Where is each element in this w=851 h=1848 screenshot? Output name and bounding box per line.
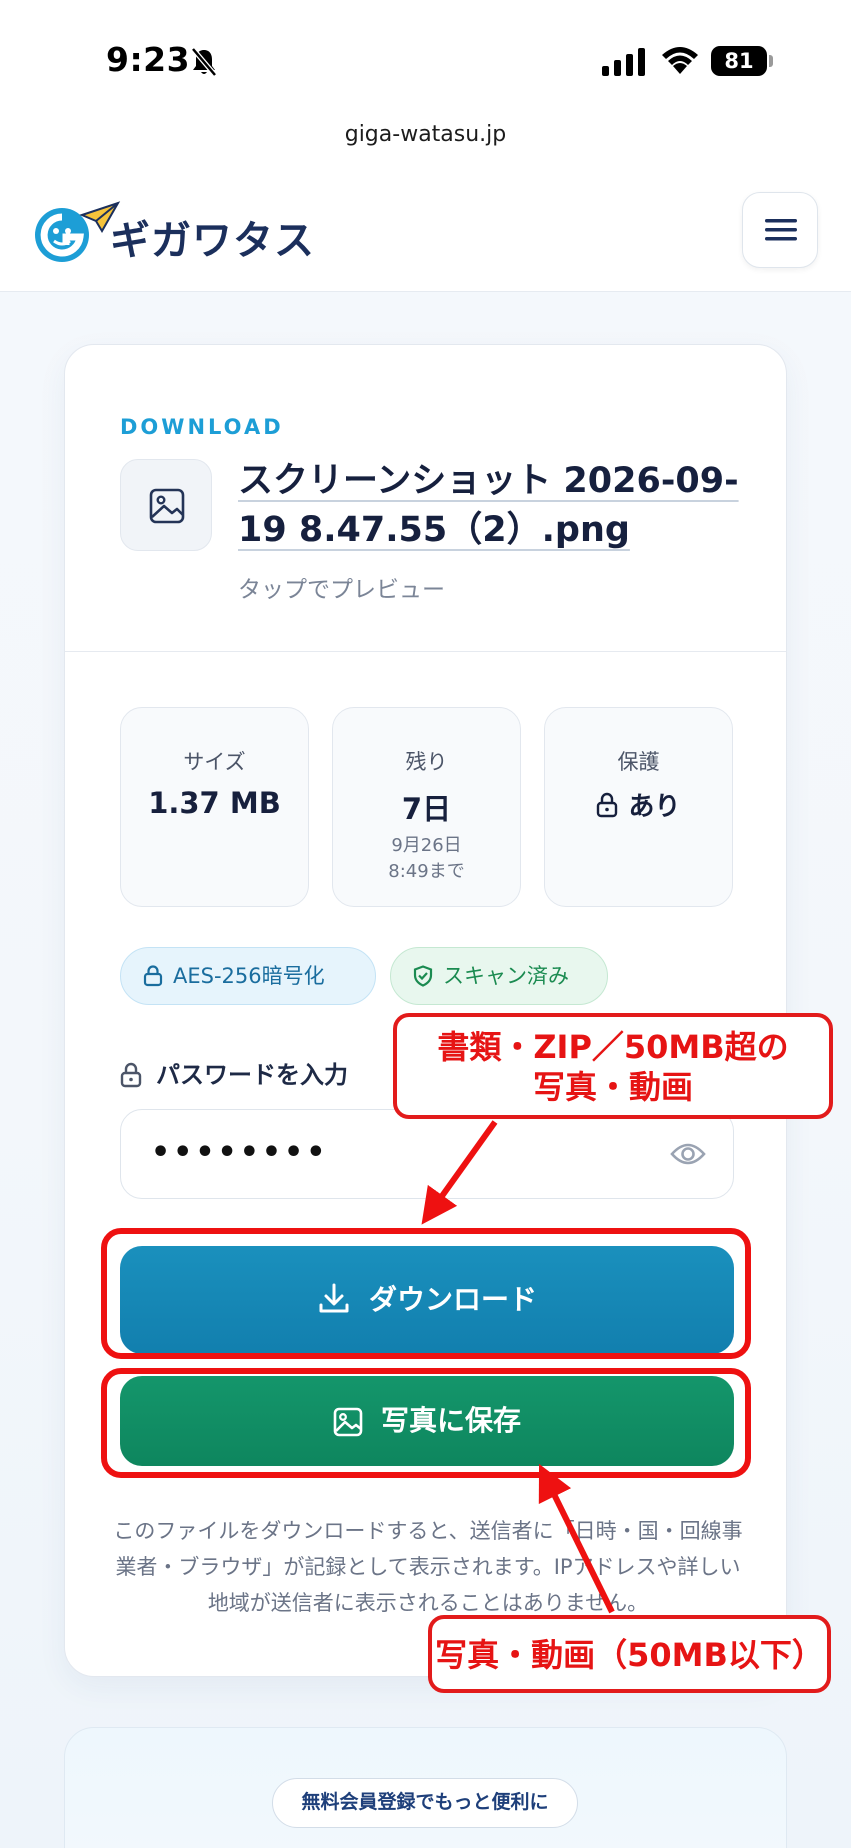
privacy-notice: このファイルをダウンロードすると、送信者に「日時・国・回線事業者・ブラウザ」が記… [113, 1519, 743, 1615]
password-input[interactable]: •••••••• [120, 1109, 734, 1199]
annotation-label-save: 写真・動画（50MB以下） [428, 1615, 831, 1693]
address-bar[interactable]: giga-watasu.jp [0, 110, 851, 160]
stat-value-wrap: あり [545, 786, 732, 823]
scan-chip: スキャン済み [390, 947, 608, 1005]
file-thumbnail[interactable] [120, 459, 212, 551]
bell-slash-icon [191, 47, 217, 77]
annotation-label-download: 書類・ZIP／50MB超の 写真・動画 [393, 1013, 833, 1119]
chip-label: AES-256暗号化 [173, 964, 325, 988]
annotation-frame-download [101, 1228, 751, 1359]
chip-label: スキャン済み [443, 964, 569, 988]
preview-hint: タップでプレビュー [238, 577, 445, 603]
battery-indicator: 81 [711, 46, 767, 76]
lock-icon [597, 792, 618, 818]
lock-icon [143, 965, 163, 987]
hamburger-menu-icon [765, 219, 797, 241]
eye-icon[interactable] [670, 1140, 706, 1168]
site-header: ギガワタス [0, 160, 851, 292]
annotation-frame-save [101, 1368, 751, 1478]
password-label: パスワードを入力 [120, 1055, 348, 1090]
stat-protection: 保護 あり [544, 707, 733, 907]
promo-card: 無料会員登録でもっと便利に [64, 1727, 787, 1848]
divider [65, 651, 786, 652]
logo-icon[interactable] [30, 197, 122, 267]
stat-label: サイズ [183, 750, 246, 774]
logo-text[interactable]: ギガワタス [110, 208, 315, 266]
password-label-text: パスワードを入力 [156, 1061, 348, 1089]
annotation-line: 写真・動画 [532, 1068, 693, 1106]
menu-button[interactable] [742, 192, 818, 268]
signup-promo-pill[interactable]: 無料会員登録でもっと便利に [272, 1778, 578, 1828]
battery-tip [769, 55, 773, 67]
lock-icon [120, 1062, 142, 1088]
file-name-link[interactable]: スクリーンショット 2026-09-19 8.47.55（2）.png [238, 457, 748, 555]
cellular-signal-icon [602, 48, 645, 76]
stat-label: 残り [405, 750, 448, 774]
status-bar: 9:23 81 [0, 0, 851, 110]
stat-value: 7日 [401, 792, 452, 826]
stat-value: 1.37 MB [148, 786, 281, 820]
stat-value: あり [628, 792, 681, 822]
shield-check-icon [413, 965, 433, 987]
wifi-icon [662, 47, 698, 74]
status-time: 9:23 [106, 40, 191, 79]
encryption-chip: AES-256暗号化 [120, 947, 376, 1005]
stat-expiry: 9月26日 8:49まで [388, 835, 465, 882]
stat-label: 保護 [617, 750, 660, 774]
page: 9:23 81 giga-watasu.jp ギガワタス DOWNLOAD スク… [0, 0, 851, 1848]
stat-size: サイズ 1.37 MB [120, 707, 309, 907]
annotation-line: 書類・ZIP／50MB超の [437, 1028, 789, 1066]
section-eyebrow: DOWNLOAD [120, 415, 284, 439]
image-file-icon [149, 488, 185, 524]
stat-remaining: 残り 7日 9月26日 8:49まで [332, 707, 521, 907]
